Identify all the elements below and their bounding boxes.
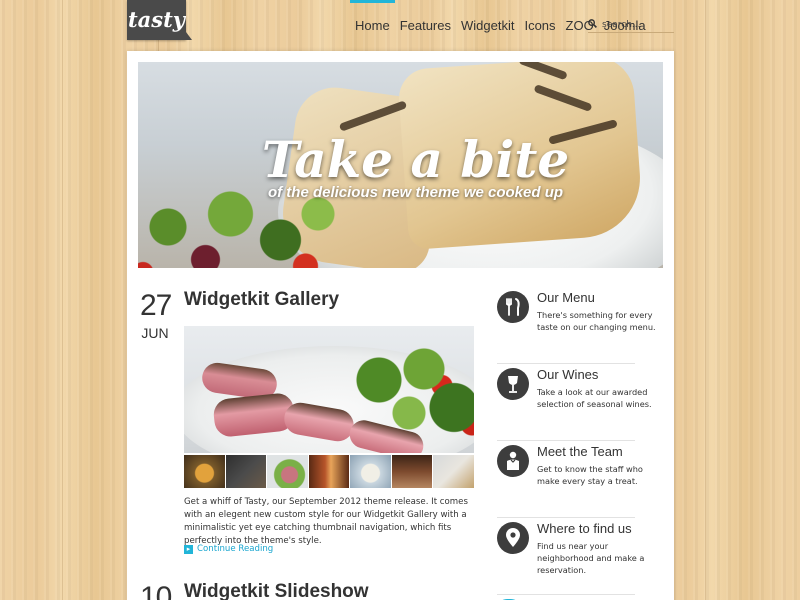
thumbnail[interactable]: [391, 455, 433, 488]
gallery-main-image[interactable]: [184, 326, 474, 453]
sidebar-item-meet-the-team[interactable]: Meet the Team Get to know the staff who …: [497, 441, 643, 518]
search-box: [588, 17, 674, 33]
hero-headline: Take a bite: [261, 130, 570, 189]
post-day: 27: [140, 289, 172, 322]
sidebar: Our Menu There's something for every tas…: [497, 287, 656, 595]
hero-subline: of the delicious new theme we cooked up: [267, 184, 564, 201]
content-panel: Take a bite of the delicious new theme w…: [127, 51, 674, 600]
post-date: 10: [140, 581, 172, 600]
thumbnail[interactable]: [225, 455, 267, 488]
thumbnail[interactable]: [350, 455, 391, 488]
sidebar-item-desc: There's something for every taste on our…: [537, 310, 656, 332]
map-pin-icon: [497, 522, 529, 554]
post-date: 27 JUN: [140, 289, 172, 341]
sidebar-item-desc: Get to know the staff who make every sta…: [537, 464, 643, 486]
nav-item-features[interactable]: Features: [395, 0, 456, 40]
sidebar-item-title[interactable]: Our Menu: [537, 290, 595, 305]
wine-glass-icon: [497, 368, 529, 400]
gallery-thumbnails: [184, 455, 475, 488]
sidebar-item-desc: Find us near your neighborhood and make …: [537, 541, 645, 575]
post-month: JUN: [141, 325, 169, 341]
hero-banner: Take a bite of the delicious new theme w…: [138, 62, 663, 268]
post-day: 10: [140, 581, 172, 600]
continue-reading-link[interactable]: ▸ Continue Reading: [184, 544, 273, 554]
search-input[interactable]: [602, 19, 672, 30]
nav-item-home[interactable]: Home: [350, 0, 395, 40]
sidebar-item-title[interactable]: Our Wines: [537, 367, 598, 382]
sidebar-item-our-menu[interactable]: Our Menu There's something for every tas…: [497, 287, 656, 364]
sidebar-item-our-wines[interactable]: Our Wines Take a look at our awarded sel…: [497, 364, 652, 441]
continue-reading-label: Continue Reading: [197, 544, 274, 554]
arrow-right-icon: ▸: [184, 544, 193, 554]
thumbnail[interactable]: [267, 455, 308, 488]
sidebar-item-title[interactable]: Where to find us: [537, 521, 632, 536]
thumbnail[interactable]: [308, 455, 350, 488]
nav-item-icons[interactable]: Icons: [519, 0, 560, 40]
search-icon[interactable]: [588, 18, 602, 31]
waiter-icon: [497, 445, 529, 477]
site-logo[interactable]: tasty: [127, 0, 192, 40]
plank-seam: [62, 0, 63, 600]
thumbnail[interactable]: [184, 455, 225, 488]
thumbnail[interactable]: [433, 455, 475, 488]
sidebar-item-title[interactable]: Meet the Team: [537, 444, 623, 459]
post-excerpt: Get a whiff of Tasty, our September 2012…: [184, 497, 468, 546]
nav-item-widgetkit[interactable]: Widgetkit: [456, 0, 519, 40]
plank-seam: [705, 0, 706, 600]
post-title[interactable]: Widgetkit Slideshow: [184, 581, 369, 600]
post-title[interactable]: Widgetkit Gallery: [184, 289, 339, 311]
fork-knife-icon: [497, 291, 529, 323]
sidebar-item-desc: Take a look at our awarded selection of …: [537, 387, 652, 409]
sidebar-item-where-to-find-us[interactable]: Where to find us Find us near your neigh…: [497, 518, 644, 595]
